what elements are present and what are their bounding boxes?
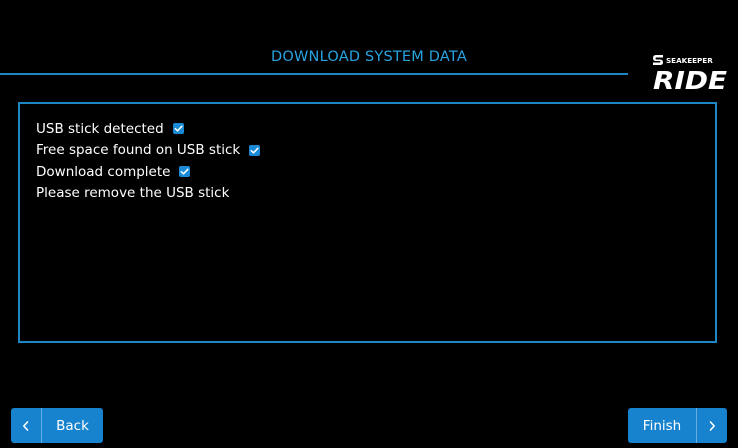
brand-large-text: RIDE xyxy=(653,66,727,92)
status-item-download-complete: Download complete xyxy=(36,161,260,183)
status-panel: USB stick detected Free space found on U… xyxy=(18,102,717,343)
brand-small-text: SEAKEEPER xyxy=(666,56,713,65)
page-title: DOWNLOAD SYSTEM DATA xyxy=(271,49,467,65)
status-item-remove-usb: Please remove the USB stick xyxy=(36,183,260,205)
status-list: USB stick detected Free space found on U… xyxy=(36,118,261,205)
checkbox-checked-icon xyxy=(249,144,261,156)
chevron-left-icon xyxy=(11,408,42,443)
chevron-right-icon xyxy=(696,408,727,443)
back-button-label: Back xyxy=(56,417,89,434)
header-divider xyxy=(0,73,628,75)
checkbox-checked-icon xyxy=(172,123,184,135)
status-label: Download complete xyxy=(36,163,171,180)
status-label: USB stick detected xyxy=(36,120,164,137)
status-item-usb-detected: USB stick detected xyxy=(36,118,260,140)
checkbox-checked-icon xyxy=(179,166,191,178)
seakeeper-mark-icon xyxy=(653,55,663,65)
status-item-free-space: Free space found on USB stick xyxy=(36,140,261,162)
finish-button-label: Finish xyxy=(642,417,682,434)
status-label: Free space found on USB stick xyxy=(36,142,241,159)
status-label: Please remove the USB stick xyxy=(36,185,230,202)
back-button[interactable]: Back xyxy=(11,408,103,443)
finish-button[interactable]: Finish xyxy=(628,408,727,443)
seakeeper-ride-logo: SEAKEEPER RIDE xyxy=(653,55,727,92)
